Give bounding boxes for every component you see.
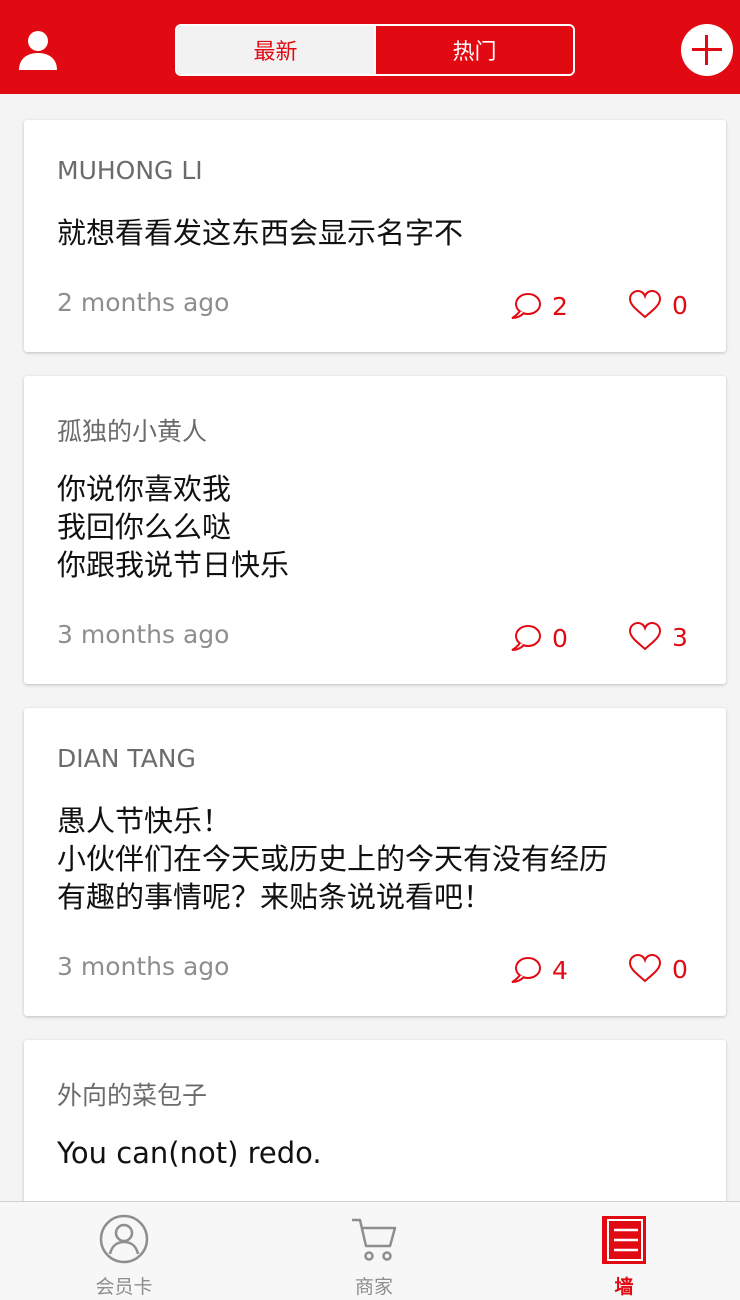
post-content: 就想看看发这东西会显示名字不 (57, 216, 464, 250)
post-time: 3 months ago (57, 952, 230, 981)
cart-icon (352, 1218, 397, 1261)
add-post-button[interactable] (681, 24, 733, 76)
like-count: 0 (672, 290, 688, 320)
like-button[interactable]: 0 (628, 954, 688, 984)
tab-member-card[interactable]: 会员卡 (64, 1202, 184, 1300)
tab-wall[interactable]: 墙 (564, 1202, 684, 1300)
comment-button[interactable]: 4 (510, 954, 568, 986)
tab-label: 商家 (354, 1276, 393, 1298)
comment-count: 2 (552, 291, 568, 321)
post-card[interactable]: DIAN TANG 愚人节快乐！ 小伙伴们在今天或历史上的今天有没有经历 有趣的… (24, 708, 726, 1016)
like-count: 3 (672, 622, 688, 652)
wall-icon (602, 1216, 646, 1264)
heart-icon (628, 954, 662, 983)
tab-label: 墙 (614, 1276, 634, 1298)
tab-label: 会员卡 (95, 1276, 153, 1298)
heart-icon (628, 290, 662, 319)
heart-icon (628, 622, 662, 651)
tab-merchants[interactable]: 商家 (314, 1202, 434, 1300)
like-count: 0 (672, 954, 688, 984)
post-content: You can(not) redo. (57, 1136, 322, 1170)
comment-button[interactable]: 2 (510, 290, 568, 322)
bottom-tab-bar: 会员卡 商家 墙 (0, 1201, 740, 1300)
profile-icon[interactable] (16, 28, 60, 72)
feed-segmented-control: 最新 热门 (175, 24, 575, 76)
post-content: 愚人节快乐！ 小伙伴们在今天或历史上的今天有没有经历 有趣的事情呢？来贴条说说看… (57, 804, 609, 914)
tab-latest[interactable]: 最新 (177, 26, 374, 74)
comment-count: 0 (552, 623, 568, 653)
post-time: 2 months ago (57, 288, 230, 317)
post-card[interactable]: MUHONG LI 就想看看发这东西会显示名字不 2 months ago 2 … (24, 120, 726, 352)
comment-icon (511, 625, 541, 651)
post-author[interactable]: 外向的菜包子 (57, 1076, 207, 1112)
comment-icon (511, 293, 541, 319)
post-author[interactable]: 孤独的小黄人 (57, 412, 207, 448)
tab-hot[interactable]: 热门 (374, 26, 573, 74)
top-bar: 最新 热门 (0, 0, 740, 94)
post-time: 3 months ago (57, 620, 230, 649)
post-content: 你说你喜欢我 我回你么么哒 你跟我说节日快乐 (57, 472, 290, 582)
like-button[interactable]: 0 (628, 290, 688, 320)
like-button[interactable]: 3 (628, 622, 688, 652)
member-card-icon (99, 1214, 149, 1264)
post-author[interactable]: MUHONG LI (57, 156, 203, 185)
post-author[interactable]: DIAN TANG (57, 744, 196, 773)
post-card[interactable]: 孤独的小黄人 你说你喜欢我 我回你么么哒 你跟我说节日快乐 3 months a… (24, 376, 726, 684)
post-feed[interactable]: MUHONG LI 就想看看发这东西会显示名字不 2 months ago 2 … (0, 94, 740, 1201)
comment-button[interactable]: 0 (510, 622, 568, 654)
comment-count: 4 (552, 955, 568, 985)
post-card[interactable]: 外向的菜包子 You can(not) redo. (24, 1040, 726, 1201)
comment-icon (511, 957, 541, 983)
